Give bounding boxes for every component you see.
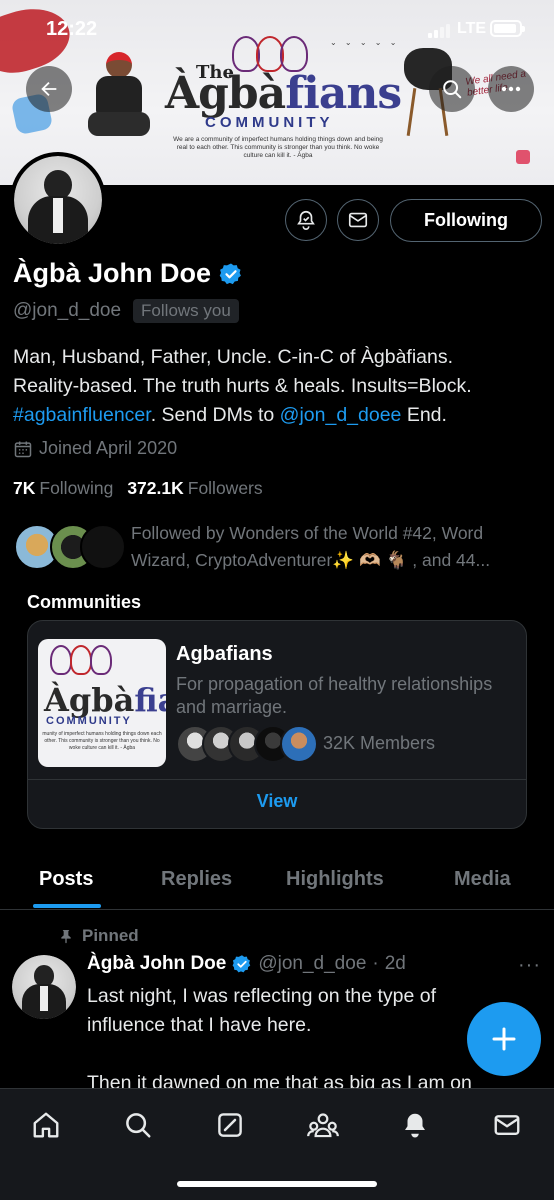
home-indicator [177, 1181, 377, 1187]
follows-you-badge: Follows you [133, 299, 239, 323]
profile-avatar[interactable] [10, 152, 106, 248]
battery-icon [490, 20, 525, 37]
followers-stat[interactable]: 372.1K Followers [127, 478, 262, 499]
community-name: Agbafians [176, 643, 273, 665]
post-author-avatar[interactable] [12, 955, 76, 1019]
post-author-handle: @jon_d_doe [258, 953, 367, 974]
post-separator: · [372, 953, 379, 974]
communities-heading: Communities [27, 592, 142, 612]
network-label: LTE [457, 20, 487, 37]
plus-icon [492, 1027, 516, 1051]
pinned-label: Pinned [58, 926, 139, 946]
search-button[interactable] [429, 66, 475, 112]
tab-media[interactable]: Media [454, 868, 511, 891]
banner-title: Àgbàfians [165, 68, 402, 119]
tab-posts[interactable]: Posts [39, 868, 93, 891]
joined-date: Joined April 2020 [13, 438, 177, 459]
community-member-avatars [176, 725, 318, 765]
nav-home[interactable] [26, 1105, 66, 1145]
community-view-button[interactable]: View [28, 791, 526, 812]
community-thumbnail: Àgbàfians COMMUNITY munity of imperfect … [38, 639, 166, 767]
banner-tag-icon [516, 150, 530, 164]
nav-messages[interactable] [487, 1105, 527, 1145]
follower-avatar [80, 524, 126, 570]
notifications-icon [405, 1113, 425, 1138]
bell-check-icon [297, 210, 315, 230]
nav-notifications[interactable] [395, 1105, 435, 1145]
profile-handle: @jon_d_doe [13, 300, 122, 321]
profile-tabs: Posts Replies Highlights Media [0, 862, 554, 910]
post-header: Àgbà John Doe @jon_d_doe · 2d [87, 953, 406, 975]
verified-badge-icon [232, 955, 251, 973]
notifications-toggle-button[interactable] [285, 199, 327, 241]
handle-row: @jon_d_doe Follows you [13, 299, 239, 323]
banner-person-image [88, 52, 150, 140]
home-icon [33, 1112, 59, 1138]
post-more-button[interactable]: ··· [518, 954, 541, 977]
mail-icon [348, 212, 368, 228]
post-text: Last night, I was reflecting on the type… [87, 985, 472, 1094]
divider [28, 779, 526, 780]
grok-icon [218, 1113, 242, 1137]
community-card[interactable]: Àgbàfians COMMUNITY munity of imperfect … [27, 620, 527, 829]
calendar-icon [14, 441, 32, 457]
nav-search[interactable] [118, 1105, 158, 1145]
joined-text: Joined April 2020 [39, 438, 178, 458]
message-button[interactable] [337, 199, 379, 241]
bio-line-1: Man, Husband, Father, Uncle. C-in-C of À… [13, 346, 454, 368]
tab-replies[interactable]: Replies [161, 868, 232, 891]
status-time: 12:22 [46, 18, 98, 40]
post-author-name[interactable]: Àgbà John Doe [87, 953, 226, 975]
community-description: For propagation of healthy relationships… [176, 674, 493, 717]
active-tab-indicator [33, 904, 101, 908]
bio-line-2: Reality-based. The truth hurts & heals. … [13, 375, 472, 397]
messages-icon [494, 1115, 520, 1135]
signal-icon [428, 24, 452, 38]
avatar-image [14, 156, 102, 244]
communities-icon [307, 1113, 339, 1138]
nav-grok[interactable] [210, 1105, 250, 1145]
more-button[interactable] [488, 66, 534, 112]
status-bar: 12:22 LTE [0, 0, 554, 56]
profile-name: Àgbà John Doe [13, 258, 243, 289]
profile-bio: Man, Husband, Father, Uncle. C-in-C of À… [13, 343, 543, 430]
community-members-count: 32K Members [323, 733, 436, 753]
followed-by-avatars[interactable] [14, 524, 126, 574]
nav-communities[interactable] [303, 1105, 343, 1145]
tab-highlights[interactable]: Highlights [286, 868, 384, 891]
banner-community-label: COMMUNITY [205, 114, 334, 131]
post-timestamp[interactable]: 2d [385, 953, 406, 975]
following-button[interactable]: Following [390, 199, 542, 242]
verified-badge-icon [219, 263, 241, 284]
compose-post-button[interactable] [467, 1002, 541, 1076]
back-arrow-icon [41, 81, 57, 97]
search-nav-icon [126, 1113, 151, 1138]
follow-stats: 7K Following 372.1K Followers [13, 478, 263, 499]
bio-hashtag-link[interactable]: #agbainfluencer [13, 404, 151, 426]
following-stat[interactable]: 7K Following [13, 478, 113, 499]
profile-name-text: Àgbà John Doe [13, 258, 212, 288]
back-button[interactable] [26, 66, 72, 112]
bio-mention-link[interactable]: @jon_d_doee [280, 404, 402, 426]
pin-icon [61, 930, 71, 944]
banner-tagline: We are a community of imperfect humans h… [173, 136, 383, 159]
search-icon [443, 80, 462, 99]
more-icon [501, 86, 521, 92]
followed-by-text[interactable]: Followed by Wonders of the World #42, Wo… [131, 520, 531, 574]
bio-line-3: #agbainfluencer. Send DMs to @jon_d_doee… [13, 404, 447, 426]
